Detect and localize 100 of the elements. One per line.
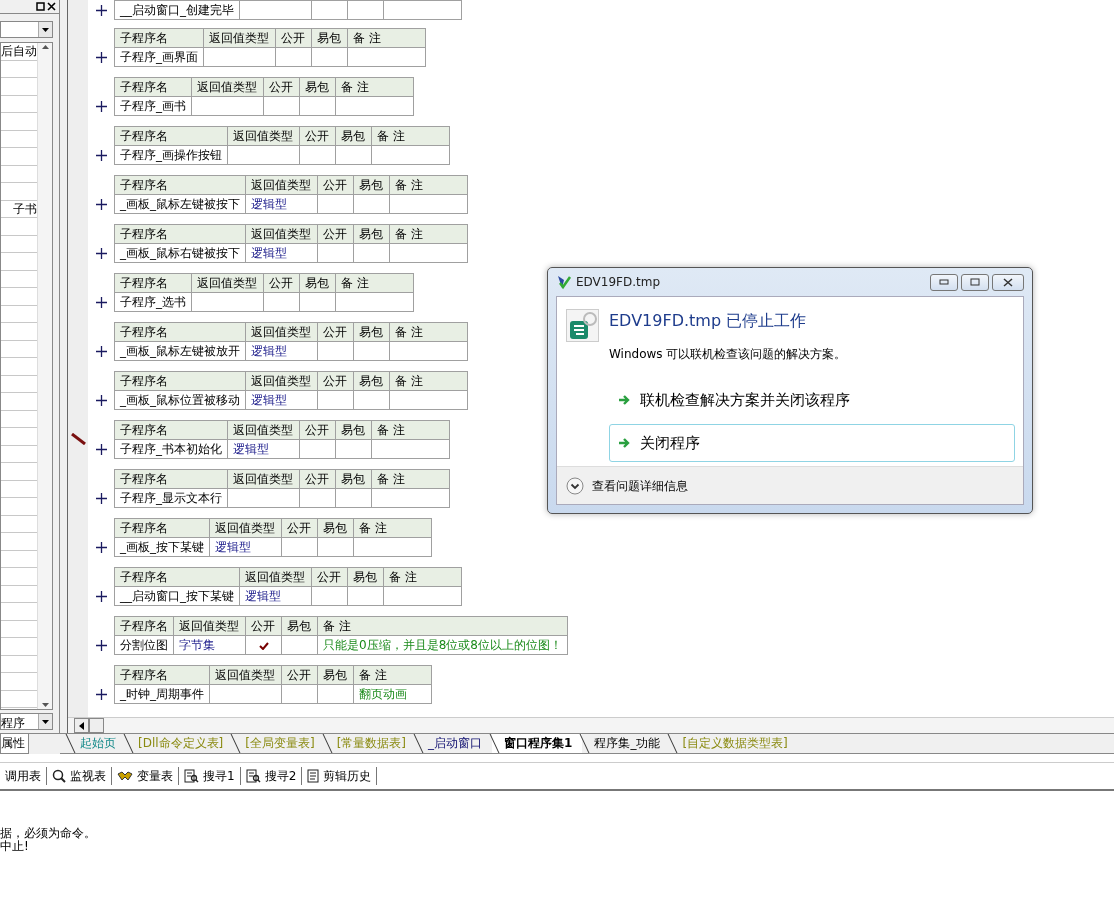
toolbar-button[interactable]: 变量表: [112, 767, 179, 785]
column-header: 备 注: [383, 567, 462, 587]
column-header: 公开: [317, 322, 354, 342]
scroll-thumb[interactable]: [89, 718, 104, 733]
column-header: 子程序名: [114, 567, 240, 587]
return-type: 逻辑型: [245, 390, 318, 410]
column-header: 返回值类型: [191, 273, 264, 293]
expand-icon[interactable]: [95, 297, 107, 308]
procedure-name: 子程序_显示文本行: [114, 488, 228, 508]
toolbar-button[interactable]: 搜寻1: [179, 767, 241, 785]
property-value: 子书: [13, 201, 37, 216]
expand-icon[interactable]: [95, 5, 107, 16]
expand-icon[interactable]: [95, 101, 107, 112]
close-button[interactable]: [992, 273, 1024, 291]
find-icon: [184, 769, 199, 783]
procedure-name: _画板_鼠标右键被按下: [114, 243, 246, 263]
column-header: 子程序名: [114, 224, 246, 244]
column-header: 公开: [263, 77, 300, 97]
column-header: 子程序名: [114, 322, 246, 342]
column-header: 公开: [281, 518, 318, 538]
column-header: 易包: [335, 469, 372, 489]
editor-tab[interactable]: 程序集_功能: [582, 734, 671, 753]
property-tab[interactable]: 属性: [0, 734, 29, 754]
expand-icon[interactable]: [95, 591, 107, 602]
expand-icon[interactable]: [95, 640, 107, 651]
column-header: 公开: [299, 126, 336, 146]
column-header: 备 注: [389, 175, 468, 195]
column-header: 公开: [299, 469, 336, 489]
column-header: 备 注: [389, 224, 468, 244]
column-header: 公开: [311, 567, 348, 587]
arrow-icon: [618, 394, 630, 407]
scroll-down-icon[interactable]: [41, 701, 49, 709]
toolbar-button[interactable]: 监视表: [47, 767, 112, 785]
column-header: 易包: [353, 175, 390, 195]
procedure-name: 子程序_选书: [114, 292, 192, 312]
procedure-name: _画板_鼠标位置被移动: [114, 390, 246, 410]
expand-icon[interactable]: [95, 493, 107, 504]
panel-splitter[interactable]: [60, 0, 68, 733]
column-header: 公开: [317, 224, 354, 244]
glasses-icon: [117, 771, 133, 781]
dropdown-value: 程序: [1, 715, 25, 729]
expand-icon[interactable]: [95, 52, 107, 63]
editor-tab[interactable]: _启动窗口: [416, 734, 493, 753]
return-type: 逻辑型: [245, 243, 318, 263]
column-header: 公开: [275, 28, 312, 48]
minimize-button[interactable]: [930, 273, 958, 291]
search-icon: [52, 769, 66, 783]
procedure-name: 子程序_画界面: [114, 47, 204, 67]
details-toggle[interactable]: 查看问题详细信息: [566, 476, 688, 495]
column-header: 备 注: [389, 322, 468, 342]
dialog-heading: EDV19FD.tmp 已停止工作: [609, 310, 808, 332]
column-header: 易包: [347, 567, 384, 587]
column-header: 易包: [353, 371, 390, 391]
column-header: 公开: [317, 175, 354, 195]
scroll-left-button[interactable]: [74, 718, 89, 733]
output-line: 中止!: [0, 840, 30, 853]
column-header: 备 注: [371, 469, 450, 489]
toolbar-button[interactable]: 调用表: [0, 767, 47, 785]
column-header: 易包: [317, 665, 354, 685]
return-type: 逻辑型: [245, 194, 318, 214]
expand-icon[interactable]: [95, 346, 107, 357]
expand-icon[interactable]: [95, 395, 107, 406]
bottom-dropdown[interactable]: 程序: [0, 713, 53, 730]
procedure-name: 子程序_书本初始化: [114, 439, 228, 459]
editor-tab[interactable]: 起始页: [68, 734, 126, 753]
close-icon[interactable]: [47, 2, 56, 11]
column-header: 易包: [317, 518, 354, 538]
dialog-message: Windows 可以联机检查该问题的解决方案。: [609, 346, 848, 363]
procedure-name: 子程序_画操作按钮: [114, 145, 228, 165]
editor-tab[interactable]: 窗口程序集1: [492, 734, 583, 753]
chevron-icon: [566, 476, 584, 495]
column-header: 易包: [353, 224, 390, 244]
expand-icon[interactable]: [95, 150, 107, 161]
caret-icon: [42, 719, 49, 724]
return-type: 逻辑型: [239, 586, 312, 606]
toolbar-button[interactable]: 搜寻2: [240, 767, 303, 785]
expand-icon[interactable]: [95, 542, 107, 553]
restore-icon[interactable]: [36, 2, 45, 11]
toolbar-button[interactable]: 剪辑历史: [302, 767, 378, 785]
column-header: 公开: [263, 273, 300, 293]
command-link[interactable]: 关闭程序: [609, 423, 1015, 462]
expand-icon[interactable]: [95, 689, 107, 700]
column-header: 子程序名: [114, 273, 192, 293]
expand-icon[interactable]: [95, 248, 107, 259]
column-header: 返回值类型: [209, 665, 282, 685]
column-header: 易包: [353, 322, 390, 342]
minimize-icon: [939, 279, 949, 285]
maximize-icon: [970, 278, 980, 286]
column-header: 返回值类型: [245, 371, 318, 391]
expand-icon[interactable]: [95, 444, 107, 455]
column-header: 公开: [299, 420, 336, 440]
column-header: 备 注: [353, 518, 432, 538]
scroll-up-icon[interactable]: [41, 43, 49, 51]
column-header: 返回值类型: [173, 616, 246, 636]
expand-icon[interactable]: [95, 199, 107, 210]
column-header: 备 注: [347, 28, 426, 48]
object-dropdown[interactable]: [0, 21, 53, 38]
column-header: 子程序名: [114, 371, 246, 391]
close-icon: [1003, 277, 1013, 287]
maximize-button[interactable]: [961, 273, 989, 291]
